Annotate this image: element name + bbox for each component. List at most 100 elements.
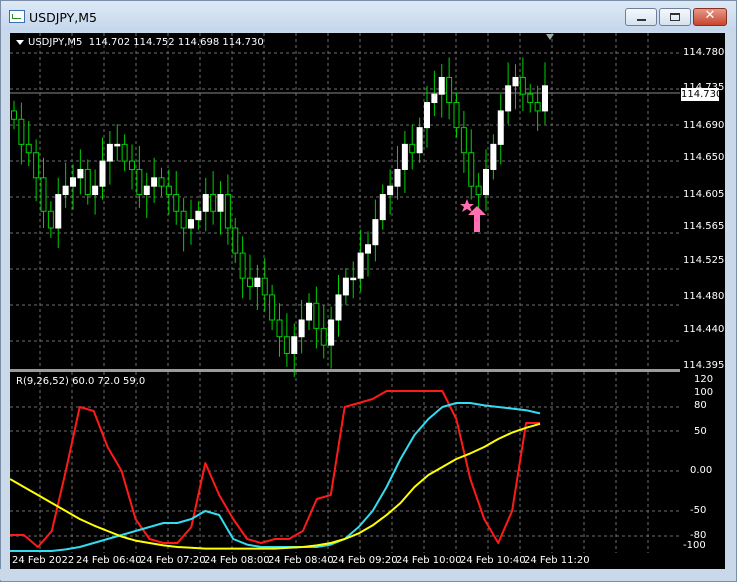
candle-body [18, 118, 25, 145]
window-app-icon [9, 10, 25, 23]
candle-body [136, 168, 143, 196]
minimize-button[interactable] [625, 8, 657, 26]
candle-body [512, 76, 519, 87]
candle-body [542, 85, 548, 112]
candle-body [77, 168, 84, 179]
candle-body [505, 85, 512, 112]
price-axis[interactable]: 114.780 114.735 114.690 114.650 114.605 … [680, 33, 725, 553]
candle-body [33, 152, 40, 179]
indicator-label: 0.00 [690, 465, 713, 476]
candle-body [291, 336, 298, 354]
price-label: 114.605 [683, 189, 725, 200]
candle-body [254, 277, 261, 288]
indicator-line [10, 422, 541, 550]
price-label: 114.780 [683, 47, 725, 58]
candle-body [188, 219, 194, 229]
candle-body [247, 277, 253, 288]
candle-body [519, 76, 526, 95]
candle-body [490, 143, 497, 170]
chart-symbol: USDJPY,M5 [28, 37, 83, 48]
candle-body [269, 294, 276, 321]
current-price-tag: 114.730 [681, 88, 723, 101]
candle-body [195, 210, 202, 221]
time-label: 24 Feb 07:20 [140, 555, 206, 566]
candle-body [475, 185, 482, 196]
indicator-label: 100 [694, 387, 714, 398]
candle-body [306, 302, 312, 321]
candle-body [99, 160, 106, 187]
candle-body [114, 143, 121, 147]
time-axis[interactable]: 24 Feb 2022 24 Feb 06:40 24 Feb 07:20 24… [10, 553, 725, 569]
price-label: 114.690 [683, 120, 725, 131]
candle-body [453, 102, 460, 129]
candle-body [534, 102, 541, 112]
candle-body [394, 168, 401, 187]
close-icon: ✕ [704, 8, 716, 23]
time-label: 24 Feb 08:40 [268, 555, 334, 566]
candle-body [62, 185, 69, 196]
candle-body [372, 219, 379, 246]
price-label: 114.440 [683, 324, 725, 335]
title-bar[interactable]: USDJPY,M5 ✕ [1, 1, 736, 31]
candle-body [121, 143, 128, 162]
chart-ohlc: 114.702 114.752 114.698 114.730 [88, 37, 264, 48]
candle-body [379, 194, 386, 221]
chart-shift-marker[interactable] [546, 34, 554, 40]
candle-body [387, 185, 394, 196]
candle-body [335, 294, 342, 321]
time-label: 24 Feb 10:00 [396, 555, 462, 566]
price-label: 114.525 [683, 255, 725, 266]
candle-body [165, 185, 172, 196]
dropdown-triangle-icon[interactable] [16, 39, 24, 45]
price-label: 114.565 [683, 221, 725, 232]
candle-body [84, 168, 91, 196]
indicator-label: 120 [694, 374, 714, 385]
candle-body [276, 319, 283, 338]
candle-body [497, 110, 504, 145]
close-button[interactable]: ✕ [693, 8, 727, 26]
candle-body [416, 127, 423, 154]
window-title: USDJPY,M5 [29, 10, 98, 25]
maximize-icon [670, 13, 680, 21]
candle-body [143, 185, 150, 196]
candle-body [261, 277, 268, 296]
price-chart-area[interactable]: USDJPY,M5 114.702 114.752 114.698 114.73… [10, 33, 680, 553]
candle-body [92, 185, 99, 196]
time-label: 24 Feb 2022 [12, 555, 75, 566]
candle-body [468, 152, 475, 187]
candle-body [55, 194, 62, 229]
candle-body [320, 327, 327, 346]
candle-body [210, 194, 217, 212]
candle-body [283, 336, 290, 354]
candle-body [483, 168, 489, 196]
panel-separator[interactable] [10, 369, 680, 372]
indicator-line [10, 402, 541, 552]
candle-body [431, 93, 438, 104]
candle-body [40, 177, 47, 212]
indicator-label: -50 [690, 505, 707, 516]
candle-body [401, 143, 408, 170]
candle-body [151, 177, 158, 187]
candle-body [446, 76, 453, 104]
candle-body [350, 277, 357, 281]
candle-body [11, 110, 17, 120]
time-label: 24 Feb 06:40 [76, 555, 142, 566]
star-icon [460, 199, 474, 212]
candle-body [342, 277, 349, 296]
indicator-label: -100 [683, 540, 706, 551]
candle-body [47, 210, 54, 229]
chart-canvas[interactable] [10, 33, 680, 553]
time-label: 24 Feb 08:00 [204, 555, 270, 566]
candle-body [180, 210, 187, 229]
candle-body [224, 194, 231, 229]
chart-header: USDJPY,M5 114.702 114.752 114.698 114.73… [16, 37, 264, 48]
price-label: 114.650 [683, 152, 725, 163]
time-label: 24 Feb 09:20 [332, 555, 398, 566]
candle-body [70, 177, 76, 187]
candle-body [365, 244, 371, 254]
candle-body [298, 319, 305, 338]
candle-body [129, 160, 135, 170]
maximize-button[interactable] [659, 8, 691, 26]
window-bottom-border [0, 569, 735, 580]
indicator-header: R(9,26,52) 60.0 72.0 59.0 [16, 376, 146, 387]
